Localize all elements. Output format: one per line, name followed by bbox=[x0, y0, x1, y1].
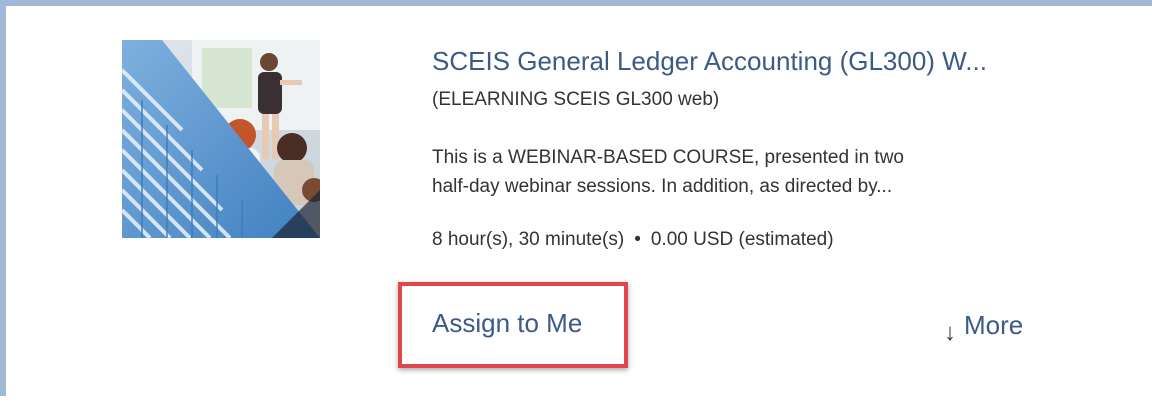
course-duration: 8 hour(s), 30 minute(s) bbox=[432, 229, 625, 250]
course-meta: 8 hour(s), 30 minute(s) • 0.00 USD (estima… bbox=[432, 226, 834, 254]
description-line: half-day webinar sessions. In addition, … bbox=[432, 176, 893, 197]
course-thumbnail[interactable] bbox=[122, 40, 320, 238]
more-button[interactable]: ↓ More bbox=[944, 308, 1024, 346]
course-description: This is a WEBINAR-BASED COURSE, presente… bbox=[432, 143, 1092, 201]
course-price: 0.00 USD (estimated) bbox=[650, 229, 834, 250]
arrow-down-icon: ↓ bbox=[944, 319, 956, 346]
classroom-keyboard-image bbox=[122, 40, 320, 238]
description-line: This is a WEBINAR-BASED COURSE, presente… bbox=[432, 147, 904, 168]
course-code: (ELEARNING SCEIS GL300 web) bbox=[432, 89, 720, 110]
course-title-link[interactable]: SCEIS General Ledger Accounting (GL300) … bbox=[432, 44, 1112, 78]
assign-to-me-button[interactable]: Assign to Me bbox=[432, 306, 582, 340]
meta-separator: • bbox=[634, 229, 641, 250]
more-label: More bbox=[964, 310, 1024, 340]
